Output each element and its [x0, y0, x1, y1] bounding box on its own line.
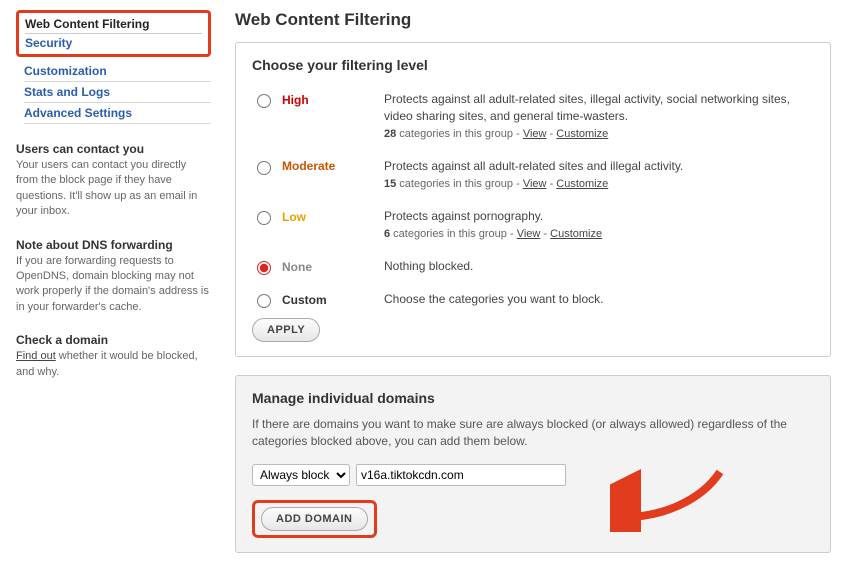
sidebar-contact-body: Your users can contact you directly from…	[16, 158, 211, 220]
filter-level-view-link-low[interactable]: View	[517, 228, 541, 240]
page-title: Web Content Filtering	[235, 10, 831, 30]
sidebar-link-advanced[interactable]: Advanced Settings	[24, 106, 132, 120]
filtering-level-panel: Choose your filtering level High Protects…	[235, 42, 831, 357]
filter-level-customize-link-high[interactable]: Customize	[556, 128, 608, 140]
add-domain-highlight: Add Domain	[252, 500, 377, 538]
manage-domains-panel: Manage individual domains If there are d…	[235, 375, 831, 553]
filtering-level-heading: Choose your filtering level	[252, 57, 814, 73]
sidebar-contact-section: Users can contact you Your users can con…	[16, 142, 211, 220]
filter-level-option-custom[interactable]: Custom	[252, 291, 372, 308]
filter-level-view-link-high[interactable]: View	[523, 128, 547, 140]
sidebar-tab-web-content-filtering[interactable]: Web Content Filtering	[25, 15, 202, 34]
filter-level-desc-high: Protects against all adult-related sites…	[384, 91, 814, 142]
sidebar: Web Content Filtering Security Customiza…	[16, 10, 211, 553]
filter-level-desc-low: Protects against pornography.6 categorie…	[384, 208, 814, 242]
filter-level-radio-low[interactable]	[257, 211, 271, 225]
sidebar-highlight-box: Web Content Filtering Security	[16, 10, 211, 57]
main-content: Web Content Filtering Choose your filter…	[235, 10, 831, 553]
domain-action-select[interactable]: Always blockNever block	[252, 464, 350, 486]
manage-domains-heading: Manage individual domains	[252, 390, 814, 406]
sidebar-dns-heading: Note about DNS forwarding	[16, 238, 211, 252]
filter-level-radio-none[interactable]	[257, 261, 271, 275]
add-domain-button[interactable]: Add Domain	[261, 507, 368, 531]
filter-level-label-custom: Custom	[282, 293, 327, 307]
filter-level-row-low: Low Protects against pornography.6 catego…	[252, 202, 814, 252]
filter-level-radio-moderate[interactable]	[257, 161, 271, 175]
sidebar-check-body: Find out whether it would be blocked, an…	[16, 349, 211, 380]
domain-input[interactable]	[356, 464, 566, 486]
filter-level-option-moderate[interactable]: Moderate	[252, 158, 372, 175]
sidebar-check-section: Check a domain Find out whether it would…	[16, 333, 211, 380]
filter-level-desc-none: Nothing blocked.	[384, 258, 814, 275]
sidebar-dns-section: Note about DNS forwarding If you are for…	[16, 238, 211, 316]
filter-level-option-none[interactable]: None	[252, 258, 372, 275]
manage-domains-body: If there are domains you want to make su…	[252, 416, 814, 450]
sidebar-check-heading: Check a domain	[16, 333, 211, 347]
filter-level-row-moderate: Moderate Protects against all adult-relat…	[252, 152, 814, 202]
apply-button[interactable]: Apply	[252, 318, 320, 342]
filter-level-label-moderate: Moderate	[282, 159, 335, 173]
filter-level-view-link-moderate[interactable]: View	[523, 178, 547, 190]
filter-level-desc-moderate: Protects against all adult-related sites…	[384, 158, 814, 192]
sidebar-tab-security[interactable]: Security	[25, 34, 202, 52]
filter-level-row-high: High Protects against all adult-related s…	[252, 85, 814, 152]
filter-level-label-none: None	[282, 260, 312, 274]
sidebar-contact-heading: Users can contact you	[16, 142, 211, 156]
filter-level-label-low: Low	[282, 210, 306, 224]
filter-level-label-high: High	[282, 93, 309, 107]
filter-level-option-low[interactable]: Low	[252, 208, 372, 225]
sidebar-link-stats[interactable]: Stats and Logs	[24, 85, 110, 99]
sidebar-sublinks: Customization Stats and Logs Advanced Se…	[16, 61, 211, 124]
filter-level-option-high[interactable]: High	[252, 91, 372, 108]
sidebar-link-customization[interactable]: Customization	[24, 64, 107, 78]
sidebar-dns-body: If you are forwarding requests to OpenDN…	[16, 254, 211, 316]
filter-level-customize-link-moderate[interactable]: Customize	[556, 178, 608, 190]
filter-level-row-custom: Custom Choose the categories you want to …	[252, 285, 814, 318]
filter-level-customize-link-low[interactable]: Customize	[550, 228, 602, 240]
filter-level-radio-high[interactable]	[257, 94, 271, 108]
filter-level-desc-custom: Choose the categories you want to block.	[384, 291, 814, 308]
sidebar-check-link[interactable]: Find out	[16, 350, 56, 362]
filter-level-row-none: None Nothing blocked.	[252, 252, 814, 285]
filter-level-radio-custom[interactable]	[257, 294, 271, 308]
